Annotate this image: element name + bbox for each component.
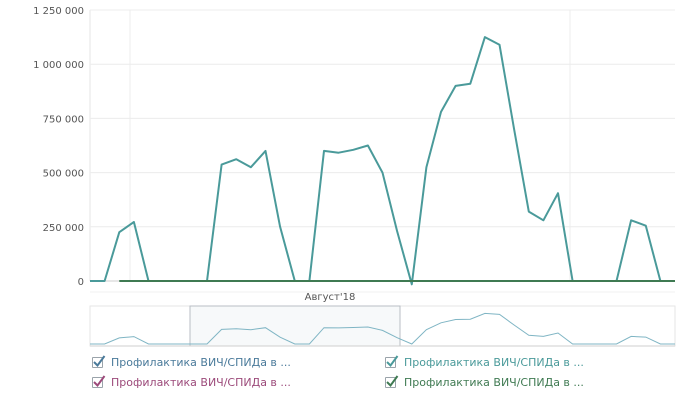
series-line-0 <box>90 36 675 286</box>
checkbox-icon[interactable] <box>385 375 399 388</box>
y-tick-label: 1 250 000 <box>33 6 84 17</box>
legend-item[interactable]: Профилактика ВИЧ/СПИДа в ... <box>385 355 584 369</box>
chart: 0 250 000 500 000 750 000 1 000 000 1 250 000… <box>0 0 686 408</box>
y-tick-label: 1 000 000 <box>33 60 84 71</box>
y-tick-label: 0 <box>78 277 84 288</box>
legend: Профилактика ВИЧ/СПИДа в ... Профилактик… <box>88 354 678 402</box>
legend-label: Профилактика ВИЧ/СПИДа в ... <box>111 376 291 389</box>
x-tick-label: Август'18 <box>305 292 356 303</box>
y-tick-label: 750 000 <box>43 114 84 125</box>
chart-svg: 0 250 000 500 000 750 000 1 000 000 1 250 000… <box>33 6 676 347</box>
checkbox-icon[interactable] <box>92 375 106 388</box>
legend-item[interactable]: Профилактика ВИЧ/СПИДа в ... <box>92 355 291 369</box>
legend-item[interactable]: Профилактика ВИЧ/СПИДа в ... <box>92 375 291 389</box>
checkbox-icon[interactable] <box>92 355 106 368</box>
y-tick-label: 250 000 <box>43 223 84 234</box>
legend-label: Профилактика ВИЧ/СПИДа в ... <box>404 356 584 369</box>
checkbox-icon[interactable] <box>385 355 399 368</box>
legend-label: Профилактика ВИЧ/СПИДа в ... <box>111 356 291 369</box>
legend-item[interactable]: Профилактика ВИЧ/СПИДа в ... <box>385 375 584 389</box>
legend-label: Профилактика ВИЧ/СПИДа в ... <box>404 376 584 389</box>
y-tick-label: 500 000 <box>43 169 84 180</box>
navigator-selection <box>189 305 401 347</box>
